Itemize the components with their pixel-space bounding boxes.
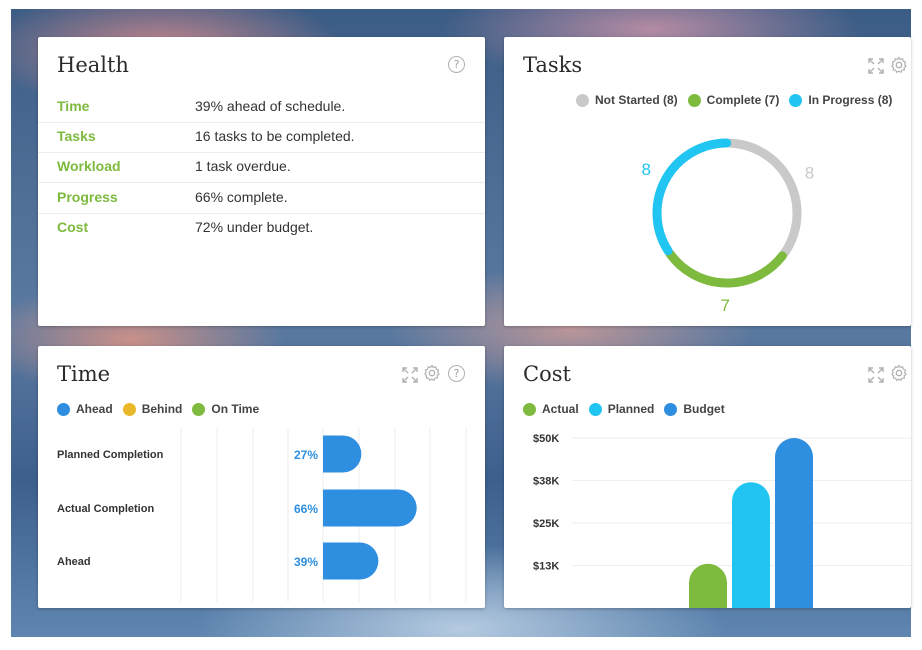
health-value-workload: 1 task overdue.	[195, 158, 291, 174]
time-bar	[323, 489, 417, 527]
cost-legend: Actual Planned Budget	[523, 402, 735, 416]
bar-value-label: 66%	[294, 502, 318, 516]
tasks-legend: Not Started (8) Complete (7) In Progress…	[576, 93, 902, 107]
legend-label: On Time	[211, 402, 260, 416]
bar-value-label: 27%	[294, 448, 318, 462]
donut-label-not-started: 8	[805, 163, 814, 182]
cost-bar-chart: $50K $38K $25K $13K	[533, 433, 911, 608]
donut-label-in-progress: 8	[641, 160, 650, 179]
legend-label: Complete (7)	[706, 93, 780, 107]
bar-value-label: 39%	[294, 555, 318, 569]
legend-dot	[122, 402, 136, 416]
expand-icon[interactable]	[867, 57, 885, 75]
bar-category-label: Planned Completion	[57, 449, 164, 461]
legend-dot	[192, 402, 206, 416]
time-bar	[323, 542, 379, 580]
bar-category-label: Actual Completion	[57, 503, 154, 515]
legend-planned[interactable]: Planned	[588, 402, 655, 416]
legend-label: Budget	[683, 402, 725, 416]
legend-dot	[57, 402, 70, 416]
health-value-progress: 66% complete.	[195, 189, 288, 205]
tasks-title: Tasks	[523, 53, 583, 77]
gear-icon[interactable]	[890, 364, 908, 382]
legend-actual[interactable]: Actual	[523, 402, 579, 416]
legend-label: Not Started (8)	[595, 93, 678, 107]
legend-dot	[576, 93, 589, 107]
y-tick-label: $50K	[533, 433, 559, 445]
legend-label: Behind	[141, 402, 183, 416]
y-tick-label: $13K	[533, 561, 559, 573]
cost-panel: Cost Actual Planned Budget $50K $38K $25K $…	[504, 346, 911, 608]
time-bar	[323, 435, 362, 473]
legend-label: Actual	[542, 402, 579, 416]
tasks-panel: Tasks Not Started (8) Complete (7) In Pr…	[504, 37, 911, 326]
cost-title: Cost	[523, 362, 571, 386]
legend-dot	[523, 402, 536, 416]
gear-icon[interactable]	[890, 56, 908, 74]
legend-label: Ahead	[76, 402, 113, 416]
y-tick-label: $25K	[533, 518, 559, 530]
health-label-progress: Progress	[57, 189, 118, 205]
legend-budget[interactable]: Budget	[664, 402, 725, 416]
expand-icon[interactable]	[401, 366, 419, 384]
cost-bar-planned	[732, 482, 770, 608]
donut-slice-not-started	[725, 138, 802, 258]
legend-ahead[interactable]: Ahead	[57, 402, 113, 416]
donut-slice-in-progress	[652, 138, 732, 256]
health-row-progress: Progress 66% complete.	[38, 183, 485, 214]
health-value-tasks: 16 tasks to be completed.	[195, 128, 355, 144]
health-title: Health	[57, 53, 129, 77]
health-row-tasks: Tasks 16 tasks to be completed.	[38, 122, 485, 153]
y-tick-label: $38K	[533, 476, 559, 488]
time-panel: Time ? Ahead Behind On Time Planned Comp…	[38, 346, 485, 608]
legend-label: In Progress (8)	[808, 93, 893, 107]
gear-icon[interactable]	[423, 364, 441, 382]
health-label-workload: Workload	[57, 158, 121, 174]
health-row-workload: Workload 1 task overdue.	[38, 152, 485, 183]
health-row-cost: Cost 72% under budget.	[38, 213, 485, 243]
help-icon[interactable]: ?	[448, 365, 465, 382]
health-row-time: Time 39% ahead of schedule.	[38, 92, 485, 123]
health-panel: Health ? Time 39% ahead of schedule. Tas…	[38, 37, 485, 326]
time-legend: Ahead Behind On Time	[57, 402, 269, 416]
health-value-cost: 72% under budget.	[195, 219, 314, 235]
health-label-tasks: Tasks	[57, 128, 96, 144]
tasks-donut-chart: 8 7 8	[641, 138, 814, 315]
bar-category-label: Ahead	[57, 556, 91, 568]
health-label-cost: Cost	[57, 219, 89, 235]
cost-bar-budget	[775, 438, 813, 608]
legend-dot	[789, 93, 803, 107]
legend-complete[interactable]: Complete (7)	[687, 93, 780, 107]
legend-label: Planned	[607, 402, 655, 416]
legend-not-started[interactable]: Not Started (8)	[576, 93, 678, 107]
health-label-time: Time	[57, 98, 90, 114]
time-bar-chart: Planned Completion 27% Actual Completion 66…	[57, 428, 467, 602]
legend-dot	[687, 93, 701, 107]
health-value-time: 39% ahead of schedule.	[195, 98, 346, 114]
legend-dot	[664, 402, 678, 416]
expand-icon[interactable]	[867, 366, 885, 384]
time-title: Time	[57, 362, 111, 386]
legend-in-progress[interactable]: In Progress (8)	[789, 93, 892, 107]
legend-dot	[588, 402, 602, 416]
legend-on-time[interactable]: On Time	[192, 402, 259, 416]
donut-slice-complete	[665, 249, 787, 288]
help-icon[interactable]: ?	[448, 56, 465, 73]
cost-bar-actual	[689, 563, 727, 608]
legend-behind[interactable]: Behind	[122, 402, 183, 416]
donut-label-complete: 7	[720, 296, 729, 315]
